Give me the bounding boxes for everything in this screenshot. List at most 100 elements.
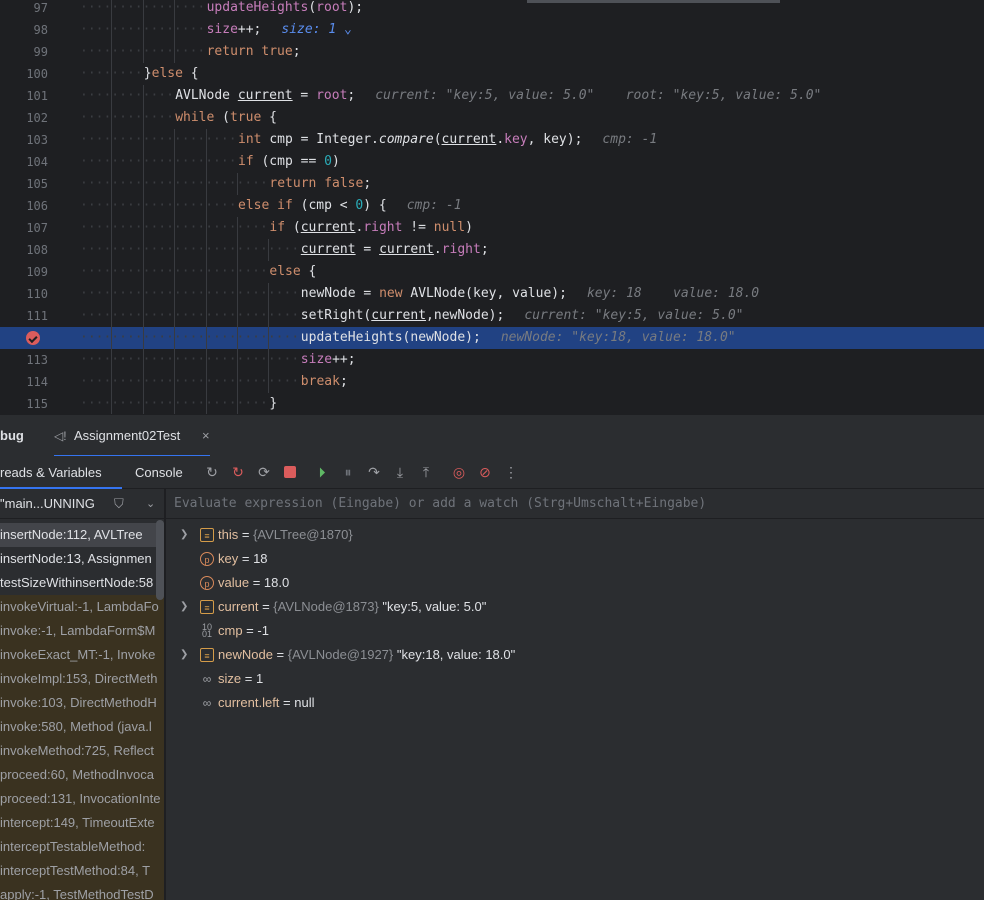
- stack-frame[interactable]: insertNode:112, AVLTree: [0, 523, 164, 547]
- line-number[interactable]: 113: [0, 349, 48, 371]
- line-number[interactable]: 114: [0, 371, 48, 393]
- stack-frame[interactable]: intercept:149, TimeoutExte: [0, 811, 164, 835]
- step-over-icon[interactable]: ↷: [366, 464, 382, 480]
- current-execution-line[interactable]: ···························· updateHeight…: [0, 327, 984, 349]
- code-line[interactable]: 113 ···························· size++;: [0, 349, 984, 371]
- line-number[interactable]: 102: [0, 107, 48, 129]
- more-options-icon[interactable]: ⋮: [503, 464, 519, 480]
- tab-assignment02test[interactable]: Assignment02Test: [74, 415, 180, 457]
- stack-frame[interactable]: proceed:131, InvocationInte: [0, 787, 164, 811]
- expand-inline-icon[interactable]: ⌄: [336, 22, 352, 37]
- code-token: int: [238, 132, 270, 147]
- code-line[interactable]: 107 ························ if (current.r…: [0, 217, 984, 239]
- stack-frame[interactable]: interceptTestableMethod:: [0, 835, 164, 859]
- line-number[interactable]: 108: [0, 239, 48, 261]
- stack-frame[interactable]: testSizeWithinsertNode:58: [0, 571, 164, 595]
- code-content: ···························· current = cu…: [80, 239, 984, 261]
- chevron-down-icon[interactable]: ⌄: [146, 489, 155, 519]
- stack-frame[interactable]: proceed:60, MethodInvoca: [0, 763, 164, 787]
- code-line[interactable]: 99 ················ return true;: [0, 41, 984, 63]
- code-line[interactable]: 109 ························ else {: [0, 261, 984, 283]
- line-number[interactable]: 104: [0, 151, 48, 173]
- stack-frame[interactable]: invoke:103, DirectMethodH: [0, 691, 164, 715]
- variable-value: 18.0: [263, 575, 290, 590]
- code-line[interactable]: 101 ············ AVLNode current = root; cu…: [0, 85, 984, 107]
- code-line[interactable]: 100 ········}else {: [0, 63, 984, 85]
- code-content: ························ if (current.righ…: [80, 217, 984, 239]
- line-number[interactable]: 101: [0, 85, 48, 107]
- stack-frame[interactable]: invokeMethod:725, Reflect: [0, 739, 164, 763]
- stack-frame[interactable]: invoke:580, Method (java.l: [0, 715, 164, 739]
- code-line[interactable]: 102 ············ while (true {: [0, 107, 984, 129]
- code-line[interactable]: 103 ···················· int cmp = Integer…: [0, 129, 984, 151]
- inline-debug-value: cmp: -1: [406, 198, 462, 213]
- line-number[interactable]: 109: [0, 261, 48, 283]
- code-line[interactable]: 106 ···················· else if (cmp < 0)…: [0, 195, 984, 217]
- code-line[interactable]: 105 ························ return false;: [0, 173, 984, 195]
- breakpoint-icon[interactable]: [26, 331, 40, 345]
- whitespace-dots: ····························: [80, 374, 300, 389]
- stack-frame[interactable]: invokeVirtual:-1, LambdaFo: [0, 595, 164, 619]
- tab-threads-variables[interactable]: reads & Variables: [0, 456, 102, 489]
- code-line[interactable]: 104 ···················· if (cmp == 0): [0, 151, 984, 173]
- filter-icon[interactable]: ⛉: [114, 489, 124, 519]
- stack-frame[interactable]: invokeExact_MT:-1, Invoke: [0, 643, 164, 667]
- stack-frame[interactable]: insertNode:13, Assignmen: [0, 547, 164, 571]
- line-number[interactable]: 107: [0, 217, 48, 239]
- evaluate-expression-input[interactable]: Evaluate expression (Eingabe) or add a w…: [166, 489, 984, 519]
- code-line[interactable]: 110 ···························· newNode =…: [0, 283, 984, 305]
- line-number[interactable]: 115: [0, 393, 48, 414]
- code-token: =: [355, 242, 380, 257]
- variable-row[interactable]: ❯ ≡ newNode = {AVLNode@1927} "key:18, valu…: [166, 643, 984, 667]
- step-into-icon[interactable]: ⤓: [392, 464, 408, 480]
- variable-row[interactable]: 10 01 cmp = -1: [166, 619, 984, 643]
- stop-icon[interactable]: [282, 464, 298, 480]
- variable-row[interactable]: ❯ ≡ this = {AVLTree@1870}: [166, 523, 984, 547]
- code-line[interactable]: 97 ················ updateHeights(root);: [0, 0, 984, 19]
- stack-frame[interactable]: apply:-1, TestMethodTestD: [0, 883, 164, 900]
- variable-row[interactable]: p key = 18: [166, 547, 984, 571]
- close-tab-icon[interactable]: ×: [202, 415, 210, 457]
- stack-frame[interactable]: invokeImpl:153, DirectMeth: [0, 667, 164, 691]
- expand-arrow-icon[interactable]: ❯: [180, 643, 188, 667]
- line-number[interactable]: 99: [0, 41, 48, 63]
- expand-arrow-icon[interactable]: ❯: [180, 523, 188, 547]
- code-line[interactable]: 114 ···························· break;: [0, 371, 984, 393]
- variable-row[interactable]: ❯ ≡ current = {AVLNode@1873} "key:5, value…: [166, 595, 984, 619]
- stack-frame[interactable]: invoke:-1, LambdaForm$M: [0, 619, 164, 643]
- rerun-automatically-icon[interactable]: ⟳: [256, 464, 272, 480]
- expand-arrow-icon[interactable]: ❯: [180, 595, 188, 619]
- variable-row[interactable]: ∞ current.left = null: [166, 691, 984, 715]
- line-number[interactable]: 98: [0, 19, 48, 41]
- mute-breakpoints-icon[interactable]: ⊘: [477, 464, 493, 480]
- rerun-failed-icon[interactable]: ↻: [230, 464, 246, 480]
- line-number[interactable]: 111: [0, 305, 48, 327]
- whitespace-dots: ····················: [80, 132, 237, 147]
- resume-icon[interactable]: ⏵: [314, 464, 330, 480]
- line-number[interactable]: 103: [0, 129, 48, 151]
- code-line[interactable]: 115 ························}: [0, 393, 984, 414]
- primitive-icon: 10 01: [201, 622, 212, 639]
- line-number[interactable]: 97: [0, 0, 48, 19]
- pause-icon[interactable]: ⏸: [340, 464, 356, 480]
- code-token: , key);: [527, 132, 583, 147]
- step-out-icon[interactable]: ⤒: [418, 464, 434, 480]
- code-token: ;: [480, 242, 489, 257]
- line-number[interactable]: 106: [0, 195, 48, 217]
- variable-row[interactable]: ∞ size = 1: [166, 667, 984, 691]
- code-line[interactable]: 111 ···························· setRight(…: [0, 305, 984, 327]
- line-number[interactable]: 100: [0, 63, 48, 85]
- tab-console[interactable]: Console: [135, 456, 183, 489]
- line-number[interactable]: 110: [0, 283, 48, 305]
- code-line[interactable]: 108 ···························· current =…: [0, 239, 984, 261]
- view-breakpoints-icon[interactable]: ◎: [451, 464, 467, 480]
- code-editor[interactable]: 97 ················ updateHeights(root); 98…: [0, 0, 984, 414]
- code-line[interactable]: 98 ················ size++; size: 1 ⌄: [0, 19, 984, 41]
- variable-row[interactable]: p value = 18.0: [166, 571, 984, 595]
- thread-selector[interactable]: "main...UNNING ⛉ ⌄: [0, 489, 164, 519]
- line-number[interactable]: 105: [0, 173, 48, 195]
- rerun-icon[interactable]: ↻: [204, 464, 220, 480]
- frames-scrollbar[interactable]: [156, 520, 164, 600]
- code-token: ): [331, 154, 340, 169]
- stack-frame[interactable]: interceptTestMethod:84, T: [0, 859, 164, 883]
